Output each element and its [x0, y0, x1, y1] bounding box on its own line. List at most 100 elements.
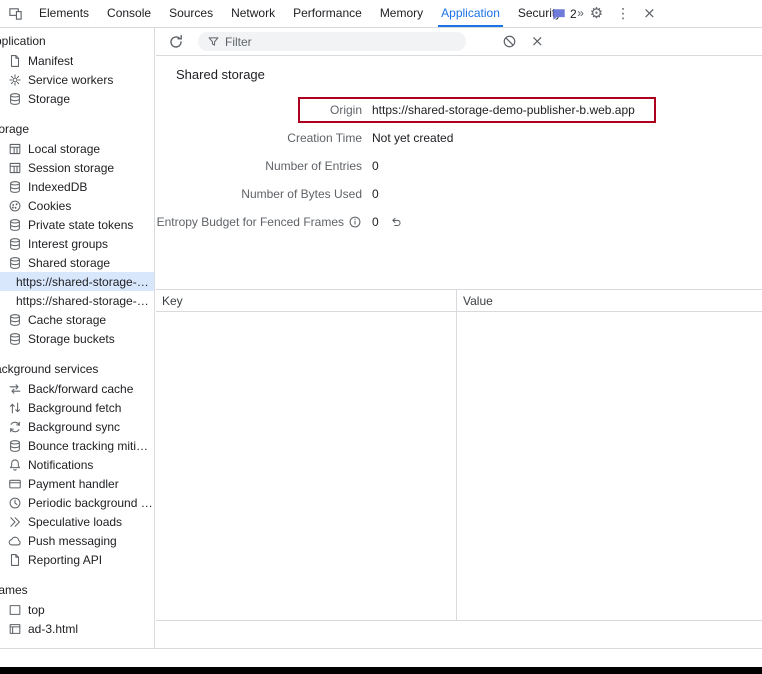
tab-memory[interactable]: Memory [371, 0, 432, 27]
section-application: ApplicationManifest Service workers Storag… [0, 32, 154, 108]
filter-pill[interactable] [198, 32, 466, 51]
field-value: https://shared-storage-demo-publisher-b.… [372, 103, 635, 117]
field-label: Number of Bytes Used [156, 187, 362, 201]
sidebar-item-indexeddb[interactable]: IndexedDB [0, 177, 154, 196]
sidebar-item-label: Shared storage [28, 256, 110, 270]
application-sidebar: ApplicationManifest Service workers Storag… [0, 28, 155, 648]
back-forward-icon [8, 382, 23, 396]
sidebar-item-local-storage[interactable]: Local storage [0, 139, 154, 158]
filter-input[interactable] [225, 35, 457, 49]
column-divider [456, 290, 457, 620]
tab-console[interactable]: Console [98, 0, 160, 27]
sidebar-item-label: Private state tokens [28, 218, 133, 232]
delete-selected-button[interactable]: × [531, 34, 544, 49]
sidebar-item-manifest[interactable]: Manifest [0, 51, 154, 70]
cloud-icon [8, 534, 23, 548]
info-icon[interactable] [348, 215, 362, 229]
sidebar-item-speculative-loads[interactable]: Speculative loads [0, 512, 154, 531]
filter-funnel-icon [207, 35, 220, 48]
fetch-icon [8, 401, 23, 415]
field-label: Number of Entries [156, 159, 362, 173]
field-label-text: Creation Time [287, 131, 362, 145]
field-value-text: https://shared-storage-demo-publisher-b.… [372, 103, 635, 117]
sidebar-item-ad-3-html[interactable]: ad-3.html [0, 619, 154, 638]
sidebar-item-https-shared-storage-d[interactable]: https://shared-storage-d… [0, 272, 154, 291]
column-header-value[interactable]: Value [456, 294, 493, 308]
issues-button[interactable]: 2 [552, 7, 577, 21]
section-header-background-services[interactable]: Background services [0, 360, 154, 379]
database-icon [8, 92, 23, 106]
field-label-text: Number of Entries [265, 159, 362, 173]
sidebar-item-storage[interactable]: Storage [0, 89, 154, 108]
sidebar-item-label: https://shared-storage-d… [16, 275, 154, 289]
sidebar-item-notifications[interactable]: Notifications [0, 455, 154, 474]
sidebar-item-label: Background sync [28, 420, 120, 434]
sidebar-item-periodic-background-s[interactable]: Periodic background s… [0, 493, 154, 512]
sidebar-item-https-shared-storage-d[interactable]: https://shared-storage-d… [0, 291, 154, 310]
tab-application[interactable]: Application [432, 0, 509, 27]
sidebar-item-session-storage[interactable]: Session storage [0, 158, 154, 177]
sidebar-item-background-sync[interactable]: Background sync [0, 417, 154, 436]
sidebar-item-bounce-tracking-mitiga[interactable]: Bounce tracking mitiga… [0, 436, 154, 455]
service-worker-icon [8, 73, 23, 87]
sync-icon [8, 420, 23, 434]
metadata-view: Origin https://shared-storage-demo-publis… [156, 96, 762, 236]
sidebar-item-label: Speculative loads [28, 515, 122, 529]
devtools-tab-bar: ElementsConsoleSourcesNetworkPerformance… [0, 0, 762, 28]
field-value-text: 0 [372, 187, 379, 201]
shared-storage-table: Key Value [156, 289, 762, 621]
refresh-button[interactable] [168, 34, 184, 50]
panel-toolbar: × [156, 28, 762, 56]
sidebar-item-background-fetch[interactable]: Background fetch [0, 398, 154, 417]
tab-performance[interactable]: Performance [284, 0, 371, 27]
sidebar-item-interest-groups[interactable]: Interest groups [0, 234, 154, 253]
tab-network[interactable]: Network [222, 0, 284, 27]
column-header-key[interactable]: Key [156, 294, 456, 308]
sidebar-item-private-state-tokens[interactable]: Private state tokens [0, 215, 154, 234]
sidebar-item-label: Notifications [28, 458, 93, 472]
field-row-number-of-entries: Number of Entries0 [156, 152, 762, 180]
issues-bubble-icon [552, 7, 566, 21]
sidebar-item-storage-buckets[interactable]: Storage buckets [0, 329, 154, 348]
field-value: 0 [372, 187, 379, 201]
sidebar-item-payment-handler[interactable]: Payment handler [0, 474, 154, 493]
document-icon [8, 553, 23, 567]
sidebar-item-service-workers[interactable]: Service workers [0, 70, 154, 89]
field-label: Origin [156, 103, 362, 117]
section-header-application[interactable]: Application [0, 32, 154, 51]
database-icon [8, 439, 23, 453]
field-label-text: Entropy Budget for Fenced Frames [157, 215, 344, 229]
section-frames: Framestopad-3.html [0, 581, 154, 638]
bell-icon [8, 458, 23, 472]
sidebar-item-reporting-api[interactable]: Reporting API [0, 550, 154, 569]
page-title: Shared storage [176, 67, 762, 90]
settings-gear-button[interactable]: ⚙ [590, 6, 603, 21]
sidebar-item-label: Storage buckets [28, 332, 115, 346]
tab-sources[interactable]: Sources [160, 0, 222, 27]
sidebar-item-cache-storage[interactable]: Cache storage [0, 310, 154, 329]
sidebar-item-top[interactable]: top [0, 600, 154, 619]
sidebar-item-label: Interest groups [28, 237, 108, 251]
database-icon [8, 332, 23, 346]
more-options-button[interactable]: ⋮ [616, 7, 630, 21]
reset-entropy-budget-button[interactable] [389, 215, 403, 229]
close-devtools-button[interactable]: × [643, 6, 656, 21]
sidebar-item-cookies[interactable]: Cookies [0, 196, 154, 215]
clear-all-button[interactable] [502, 34, 517, 49]
field-value: Not yet created [372, 131, 453, 145]
section-header-storage[interactable]: Storage [0, 120, 154, 139]
database-icon [8, 237, 23, 251]
field-row-origin: Origin https://shared-storage-demo-publis… [156, 96, 762, 124]
sidebar-item-label: Cookies [28, 199, 71, 213]
sidebar-item-push-messaging[interactable]: Push messaging [0, 531, 154, 550]
sidebar-item-back-forward-cache[interactable]: Back/forward cache [0, 379, 154, 398]
field-label: Entropy Budget for Fenced Frames [156, 215, 362, 229]
sidebar-item-shared-storage[interactable]: Shared storage [0, 253, 154, 272]
sidebar-item-label: Service workers [28, 73, 113, 87]
cookie-icon [8, 199, 23, 213]
section-header-frames[interactable]: Frames [0, 581, 154, 600]
device-toolbar-button[interactable] [0, 6, 30, 21]
section-storage: StorageLocal storageSession storageIndex… [0, 120, 154, 348]
tab-elements[interactable]: Elements [30, 0, 98, 27]
table-header-row: Key Value [156, 290, 762, 312]
